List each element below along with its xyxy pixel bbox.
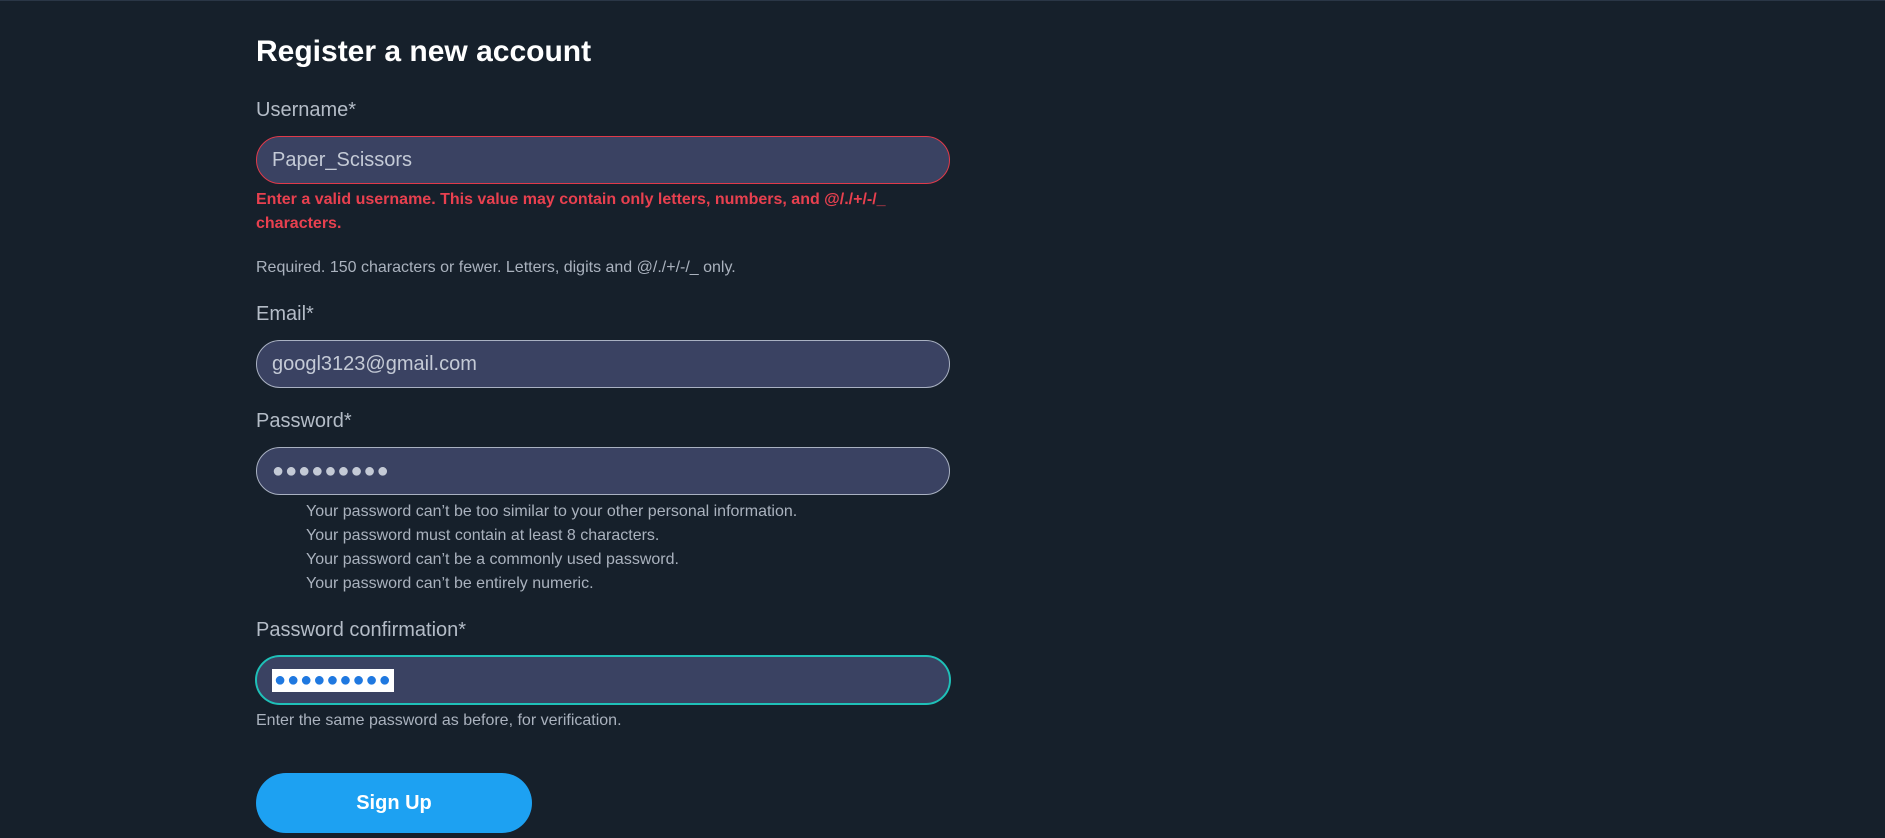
password-confirmation-input[interactable]: ●●●●●●●●● — [256, 656, 950, 704]
page-title: Register a new account — [256, 35, 592, 68]
username-value: Paper_Scissors — [272, 148, 413, 171]
username-label: Username* — [256, 99, 357, 121]
password-rule: Your password can’t be a commonly used p… — [306, 551, 679, 568]
password-label: Password* — [256, 410, 352, 432]
password-rules-list: Your password can’t be too similar to yo… — [306, 500, 797, 596]
username-help: Required. 150 characters or fewer. Lette… — [256, 259, 736, 276]
sign-up-button[interactable]: Sign Up — [256, 773, 532, 833]
password-rule: Your password can’t be too similar to yo… — [306, 503, 798, 520]
password-input[interactable]: ●●●●●●●●● — [256, 447, 950, 495]
username-input[interactable]: Paper_Scissors — [256, 136, 950, 184]
username-error: Enter a valid username. This value may c… — [256, 191, 886, 232]
email-value: googl3123@gmail.com — [272, 352, 477, 375]
password-confirmation-label: Password confirmation* — [256, 619, 467, 641]
password-rule: Your password can’t be entirely numeric. — [306, 575, 594, 592]
email-input[interactable]: googl3123@gmail.com — [256, 340, 950, 388]
password-rule: Your password must contain at least 8 ch… — [306, 527, 660, 544]
email-label: Email* — [256, 303, 314, 325]
password-confirmation-masked-value: ●●●●●●●●● — [272, 668, 394, 692]
password-masked-value: ●●●●●●●●● — [272, 459, 390, 482]
password-confirmation-help: Enter the same password as before, for v… — [256, 712, 622, 729]
